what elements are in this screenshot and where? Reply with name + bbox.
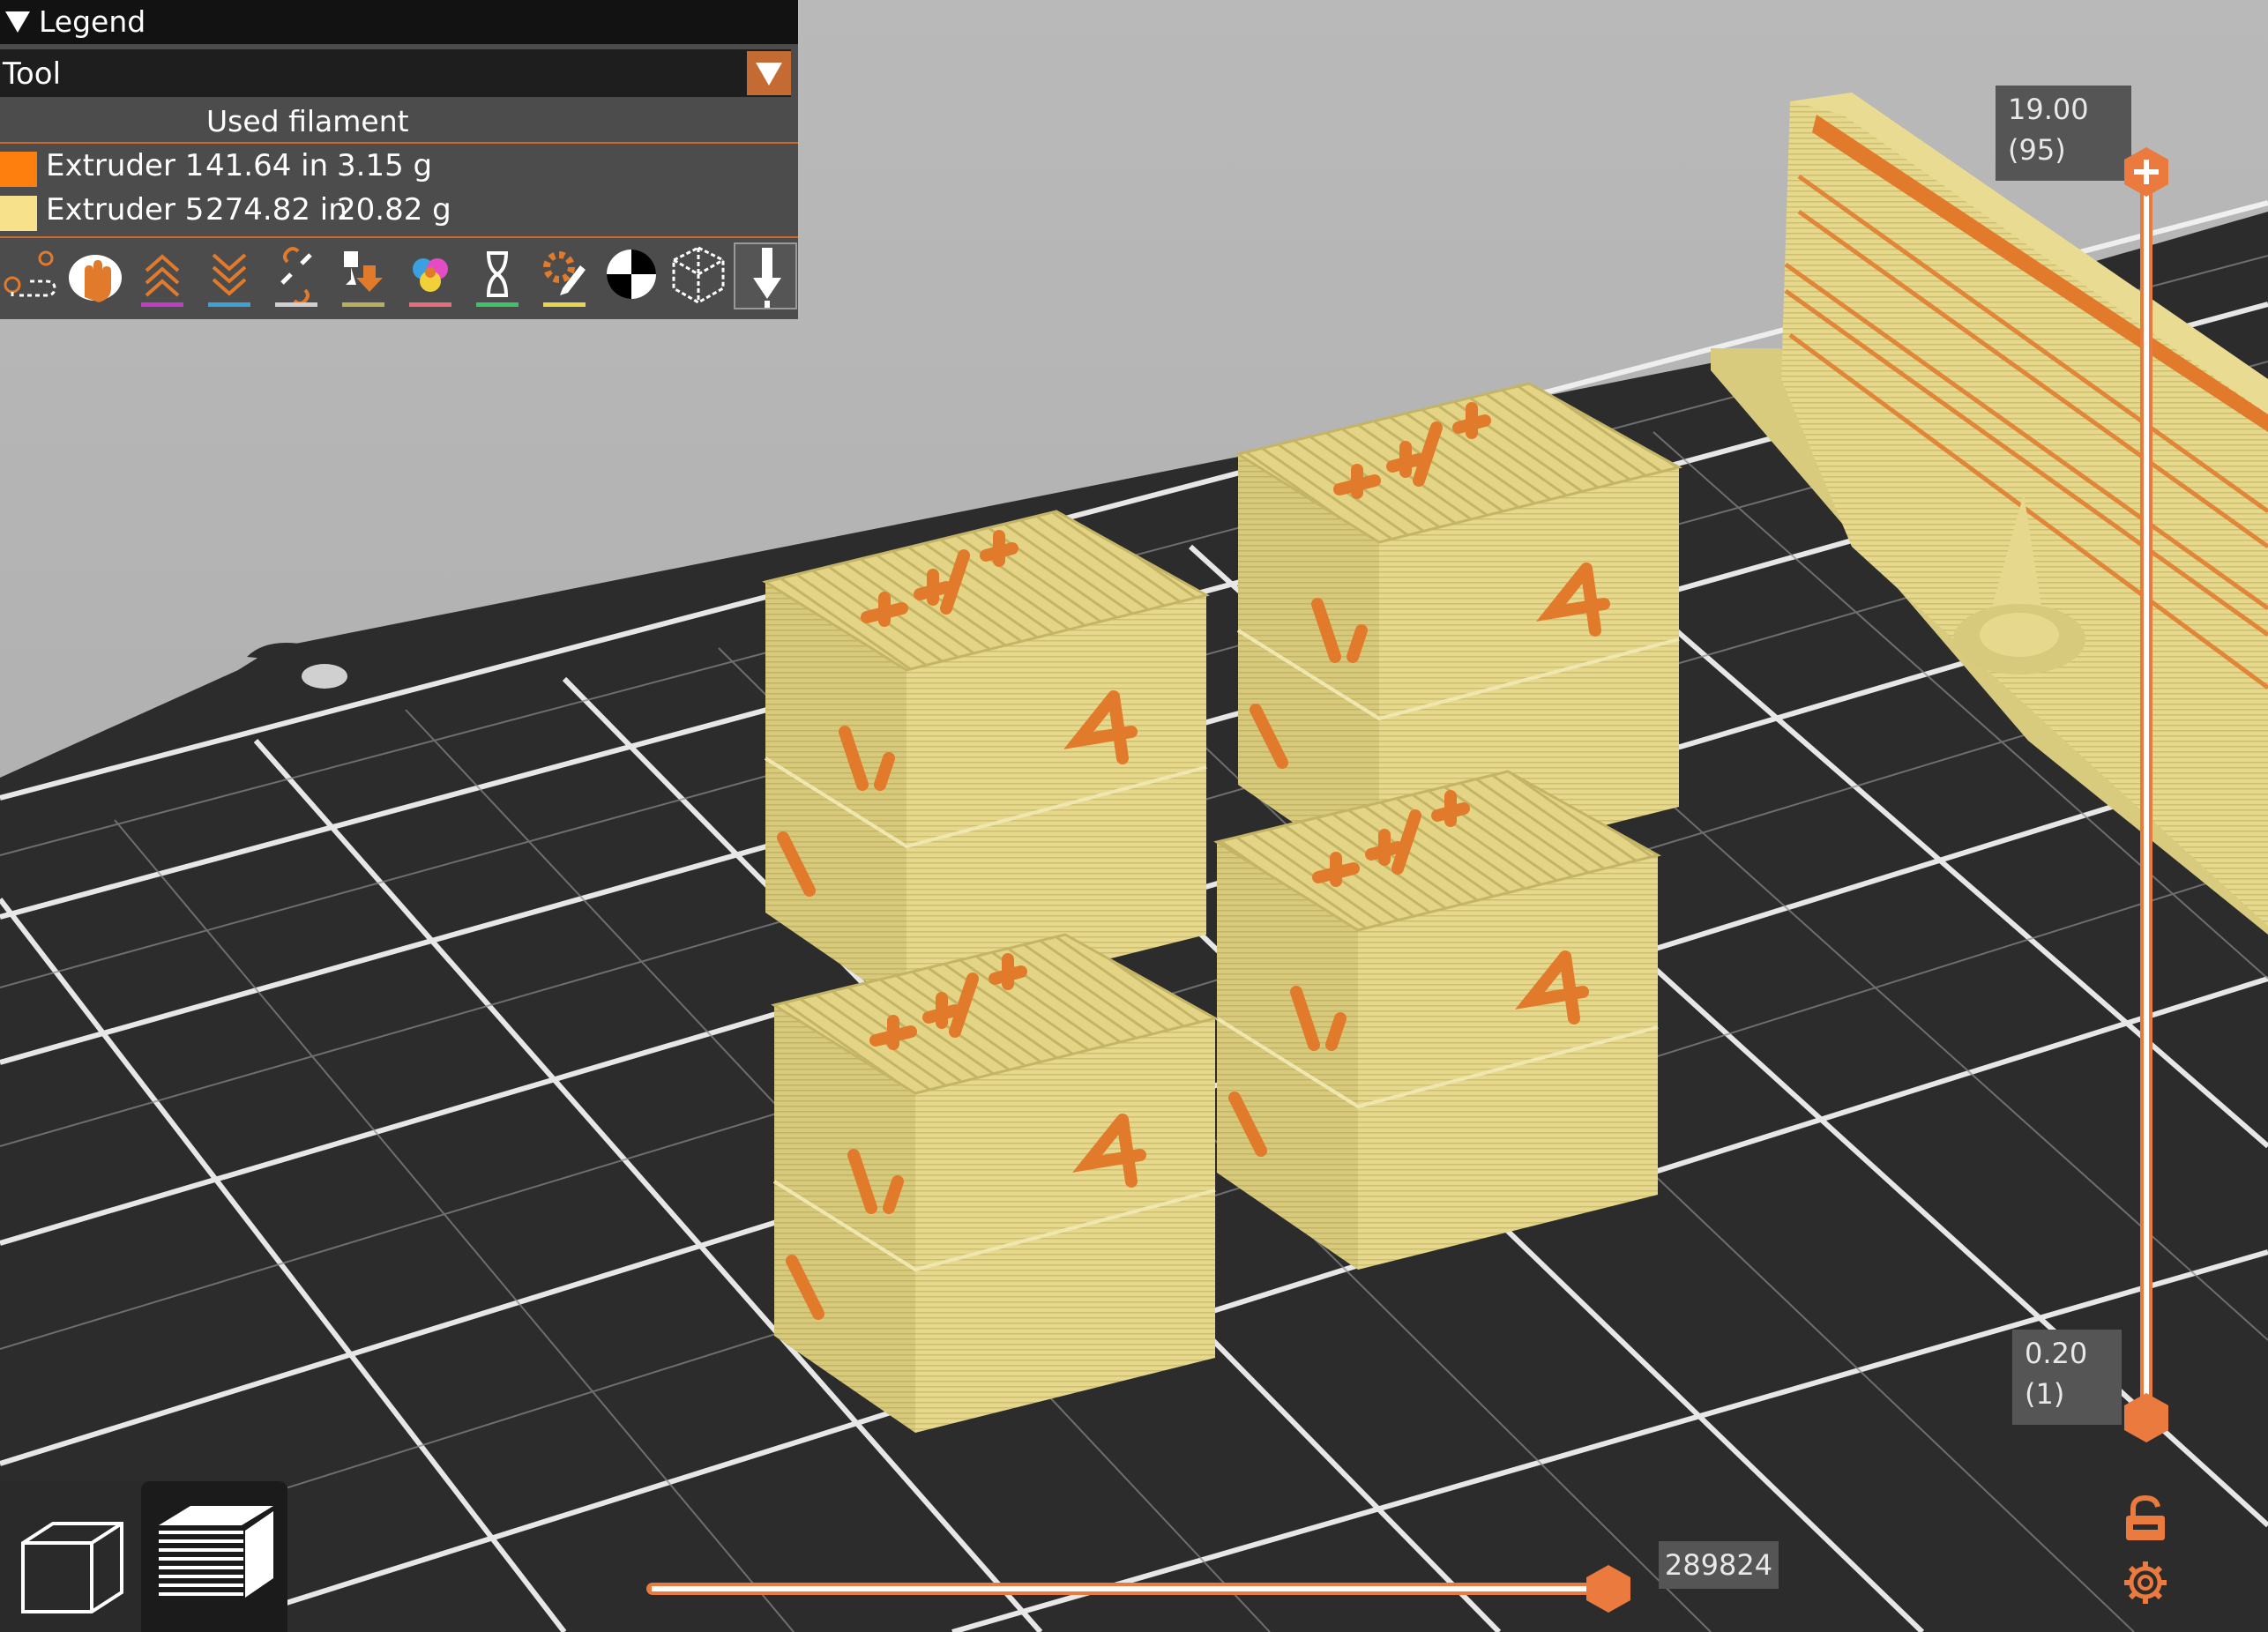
bottom-layer-height: 0.20 xyxy=(2025,1337,2088,1370)
center-of-gravity-icon[interactable] xyxy=(600,242,663,309)
layer-slider-track[interactable] xyxy=(2140,164,2152,1416)
gcode-move-tooltip: 289824 xyxy=(1659,1541,1779,1589)
filament-weight: 20.82 g xyxy=(337,192,451,227)
dropdown-arrow-icon[interactable] xyxy=(747,51,791,95)
pause-print-icon[interactable] xyxy=(466,242,529,309)
travel-icon[interactable] xyxy=(0,242,63,309)
custom-gcode-icon[interactable] xyxy=(533,242,596,309)
wipe-icon[interactable] xyxy=(63,242,127,309)
cube-back-left xyxy=(762,510,1211,1010)
legend-header[interactable]: Legend xyxy=(0,0,798,44)
collapse-triangle-icon[interactable] xyxy=(5,11,30,33)
cube-front-right xyxy=(1213,770,1662,1270)
extruder-name: Extruder 1 xyxy=(46,148,205,183)
color-changes-icon[interactable] xyxy=(399,242,462,309)
layer-bottom-tooltip: 0.20 (1) xyxy=(2012,1330,2122,1425)
legend-title: Legend xyxy=(39,4,146,39)
layer-top-handle[interactable] xyxy=(2121,145,2172,198)
lock-open-icon[interactable] xyxy=(2121,1494,2170,1544)
gcode-moves-handle[interactable] xyxy=(1582,1562,1635,1615)
bottom-layer-number: (1) xyxy=(2025,1377,2065,1411)
tool-changes-icon[interactable] xyxy=(332,242,395,309)
layers-view-icon[interactable] xyxy=(141,1481,287,1632)
extruder-name: Extruder 5 xyxy=(46,192,205,227)
legend-options-toolbar xyxy=(0,242,798,313)
shells-icon[interactable] xyxy=(667,242,730,309)
top-layer-height: 19.00 xyxy=(2008,93,2089,126)
filament-length: 274.82 in xyxy=(205,192,347,227)
view-mode-toggle xyxy=(0,1481,287,1632)
view-type-dropdown[interactable]: Tool xyxy=(0,49,791,97)
3d-view-icon[interactable] xyxy=(2,1499,134,1632)
deretractions-icon[interactable] xyxy=(198,242,261,309)
layer-top-tooltip: 19.00 (95) xyxy=(1996,86,2131,181)
top-layer-number: (95) xyxy=(2008,133,2066,167)
view-type-value: Tool xyxy=(3,56,62,92)
filament-weight: 3.15 g xyxy=(337,148,433,183)
seams-icon[interactable] xyxy=(265,242,328,309)
settings-cog-icon[interactable] xyxy=(2122,1559,2169,1606)
cube-front-left xyxy=(771,933,1220,1433)
gcode-moves-slider-track[interactable] xyxy=(646,1583,1608,1595)
layer-bottom-handle[interactable] xyxy=(2121,1391,2172,1444)
legend-divider xyxy=(0,142,798,144)
legend-divider xyxy=(0,236,798,238)
extruder-1-color-swatch xyxy=(0,152,37,187)
retractions-icon[interactable] xyxy=(131,242,194,309)
bed-mounting-hole xyxy=(302,664,347,689)
extruder-5-color-swatch xyxy=(0,196,37,231)
used-filament-header: Used filament xyxy=(206,104,409,138)
tool-marker-icon[interactable] xyxy=(734,242,797,309)
filament-length: 41.64 in xyxy=(205,148,329,183)
legend-panel: Legend Tool Used filament Extruder 1 41.… xyxy=(0,0,798,319)
